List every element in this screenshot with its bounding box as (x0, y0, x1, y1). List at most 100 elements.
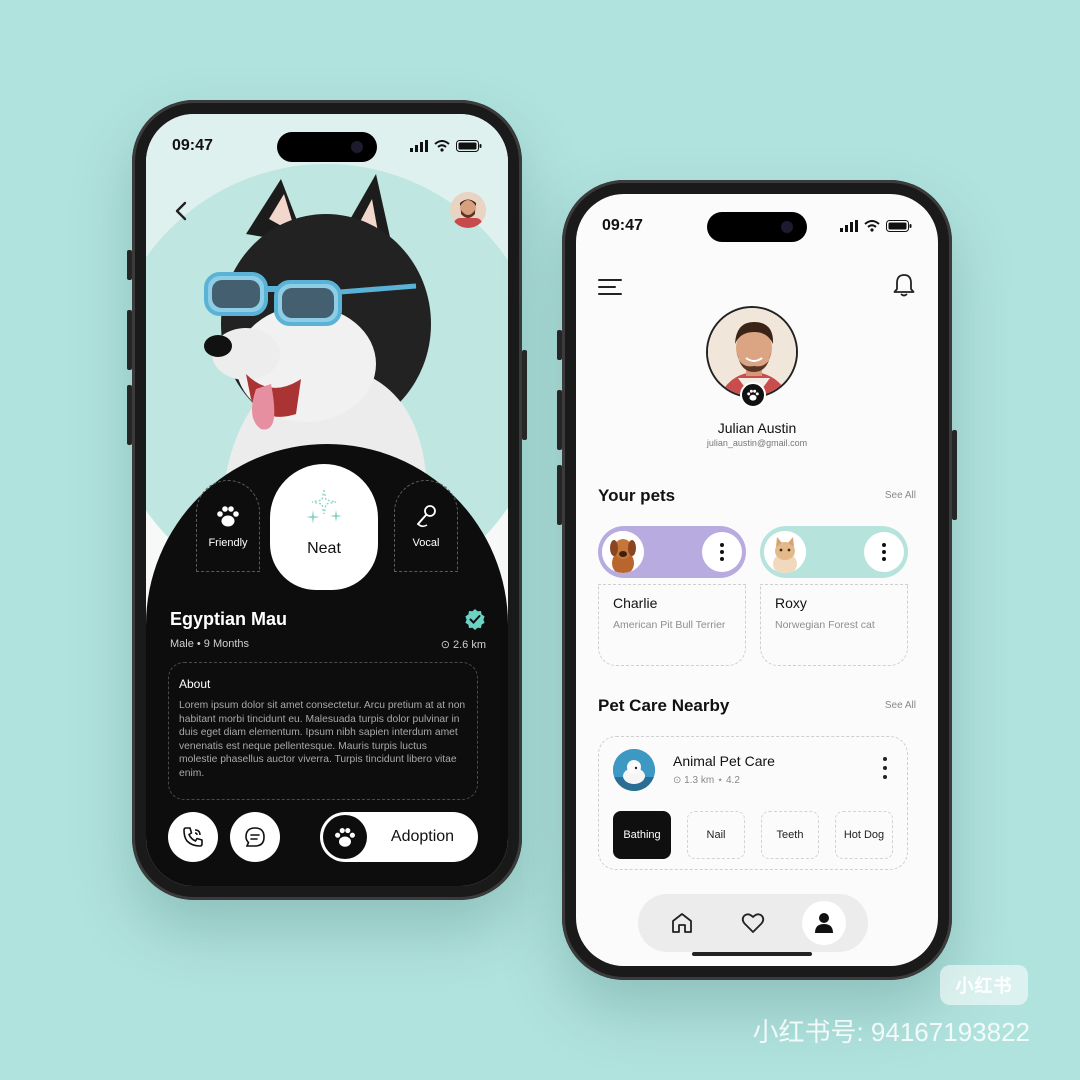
status-time: 09:47 (602, 217, 643, 234)
pet-pill (760, 526, 908, 578)
status-bar: 09:47 (172, 136, 482, 156)
notification-button[interactable] (892, 272, 916, 303)
status-icons (410, 140, 482, 152)
screen: 09:47 (146, 114, 508, 886)
pet-more-button[interactable] (702, 532, 742, 572)
avatar-picture (450, 192, 486, 228)
more-vertical-icon (883, 757, 887, 779)
heart-icon (741, 913, 765, 933)
pet-card-breed: American Pit Bull Terrier (613, 619, 726, 631)
more-vertical-icon (882, 543, 886, 561)
pet-photo (764, 531, 806, 573)
watermark-text: 小红书号: 94167193822 (752, 1017, 1030, 1047)
pet-more-button[interactable] (864, 532, 904, 572)
user-email: julian_austin@gmail.com (706, 438, 808, 448)
side-button (557, 390, 562, 450)
more-vertical-icon (720, 543, 724, 561)
paw-icon (747, 389, 759, 401)
care-logo (613, 749, 655, 791)
chat-icon (245, 827, 265, 847)
your-pets-see-all[interactable]: See All (885, 490, 916, 501)
service-hot-dog[interactable]: Hot Dog (835, 811, 893, 859)
trait-friendly[interactable]: Friendly (196, 480, 260, 572)
trait-vocal[interactable]: Vocal (394, 480, 458, 572)
pet-card-charlie[interactable]: Charlie American Pit Bull Terrier (598, 526, 746, 666)
back-icon (175, 201, 187, 221)
status-icons (840, 220, 912, 232)
menu-icon (598, 279, 622, 295)
pet-card-name: Charlie (613, 595, 658, 611)
about-section: About Lorem ipsum dolor sit amet consect… (168, 662, 478, 800)
paw-icon (217, 506, 239, 527)
pet-care-nearby-title: Pet Care Nearby (598, 696, 730, 715)
signal-icon (410, 140, 428, 152)
menu-button[interactable] (598, 278, 622, 301)
service-bathing[interactable]: Bathing (613, 811, 671, 859)
trait-neat-label: Neat (307, 540, 341, 557)
pet-card-breed: Norwegian Forest cat (775, 619, 875, 631)
bottom-tab-bar (638, 894, 868, 952)
about-title: About (179, 677, 211, 691)
side-button (557, 465, 562, 525)
battery-icon (886, 220, 912, 232)
side-button (557, 330, 562, 360)
care-more-button[interactable] (883, 757, 887, 784)
husky-photo (204, 174, 431, 474)
phone-icon (183, 827, 203, 847)
side-button (127, 310, 132, 370)
watermark-badge: 小红书 (940, 965, 1028, 1005)
status-bar: 09:47 (602, 216, 912, 236)
wifi-icon (864, 220, 880, 232)
owner-home-phone: 09:47 Julian Austin julian_austin@gmail.… (557, 180, 957, 980)
side-button (952, 430, 957, 520)
battery-icon (456, 140, 482, 152)
wifi-icon (434, 140, 450, 152)
service-nail[interactable]: Nail (687, 811, 745, 859)
signal-icon (840, 220, 858, 232)
pet-care-see-all[interactable]: See All (885, 700, 916, 711)
tab-favorites[interactable] (731, 901, 775, 945)
adoption-button[interactable]: Adoption (320, 812, 478, 862)
user-avatar[interactable] (450, 192, 486, 228)
status-time: 09:47 (172, 137, 213, 154)
cat-picture (764, 531, 806, 573)
paw-icon (335, 827, 355, 847)
sparkle-icon (306, 489, 342, 524)
tab-profile[interactable] (802, 901, 847, 945)
pet-card-name: Roxy (775, 595, 807, 611)
adoption-label: Adoption (390, 828, 455, 845)
verified-icon (465, 609, 485, 630)
your-pets-title: Your pets (598, 486, 676, 505)
pet-distance: ⊙ 2.6 km (440, 639, 486, 651)
microphone-icon (417, 505, 436, 528)
pet-name: Egyptian Mau (170, 609, 288, 629)
care-logo-picture (613, 749, 655, 791)
call-button[interactable] (168, 812, 218, 862)
home-icon (671, 913, 692, 933)
side-button (127, 385, 132, 445)
pet-photo (602, 531, 644, 573)
service-teeth[interactable]: Teeth (761, 811, 819, 859)
back-button[interactable] (168, 198, 194, 224)
screen: 09:47 (576, 194, 938, 966)
pet-info: Charlie American Pit Bull Terrier (598, 584, 746, 666)
tab-home[interactable] (660, 901, 704, 945)
user-icon (815, 913, 834, 933)
dog-picture (602, 531, 644, 573)
side-button (127, 250, 132, 280)
pet-card-roxy[interactable]: Roxy Norwegian Forest cat (760, 526, 908, 666)
care-name: Animal Pet Care (673, 753, 775, 769)
about-text: Lorem ipsum dolor sit amet consectetur. … (179, 700, 466, 779)
care-meta: ⊙ 1.3 km ⋆ 4.2 (673, 775, 740, 786)
chat-button[interactable] (230, 812, 280, 862)
adoption-paw (323, 815, 367, 859)
user-name: Julian Austin (717, 420, 797, 436)
pet-care-card[interactable]: Animal Pet Care ⊙ 1.3 km ⋆ 4.2 Bathing N… (598, 736, 908, 870)
pet-profile-phone: 09:47 Friendly Neat Vocal Egyptian Mau M… (127, 100, 527, 900)
trait-friendly-label: Friendly (208, 537, 248, 549)
pet-info: Roxy Norwegian Forest cat (760, 584, 908, 666)
side-button (522, 350, 527, 440)
trait-neat[interactable]: Neat (270, 464, 378, 590)
pet-owner-badge (740, 382, 766, 408)
home-indicator (692, 952, 812, 956)
